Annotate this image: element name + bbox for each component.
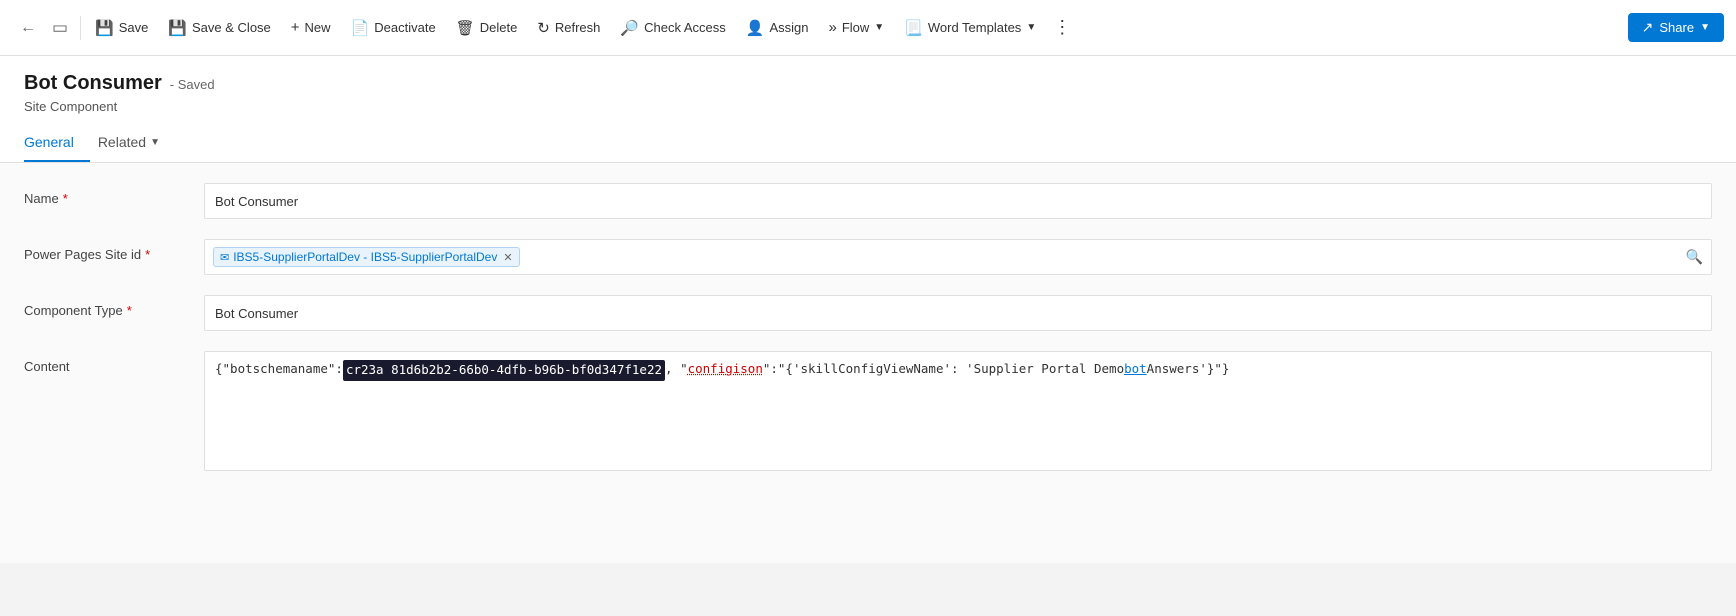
content-prefix: {"botschemaname":: [215, 360, 343, 379]
content-highlighted: cr23a 81d6b2b2-66b0-4dfb-b96b-bf0d347f1e…: [343, 360, 665, 381]
more-options-icon: ⋮: [1053, 17, 1071, 38]
lookup-tag[interactable]: ✉ IBS5-SupplierPortalDev - IBS5-Supplier…: [213, 247, 520, 267]
email-icon: ✉: [220, 251, 229, 264]
refresh-button[interactable]: ↻ Refresh: [527, 13, 610, 43]
flow-chevron-icon: ▼: [874, 22, 884, 33]
browser-icon-button[interactable]: ▭: [44, 12, 76, 44]
word-templates-button[interactable]: 📃 Word Templates ▼: [894, 13, 1046, 43]
word-templates-label: Word Templates: [928, 20, 1021, 35]
assign-button[interactable]: 👤 Assign: [736, 13, 819, 43]
deactivate-button[interactable]: 📄 Deactivate: [341, 13, 446, 43]
refresh-icon: ↻: [537, 19, 550, 37]
input-name[interactable]: Bot Consumer: [204, 183, 1712, 219]
title-row: Bot Consumer - Saved: [24, 72, 1712, 95]
lookup-search-icon: 🔍: [1686, 249, 1703, 266]
refresh-label: Refresh: [555, 20, 601, 35]
save-close-button[interactable]: 💾 Save & Close: [158, 13, 280, 43]
content-suffix: Answers'}"}: [1147, 360, 1230, 379]
toolbar-divider-1: [80, 16, 81, 40]
assign-icon: 👤: [746, 19, 765, 37]
save-close-label: Save & Close: [192, 20, 271, 35]
save-button[interactable]: 💾 Save: [85, 13, 158, 43]
lookup-tag-close-button[interactable]: ✕: [503, 251, 512, 264]
more-options-button[interactable]: ⋮: [1046, 12, 1078, 44]
new-label: New: [305, 20, 331, 35]
save-close-icon: 💾: [168, 19, 187, 37]
related-chevron-icon: ▼: [150, 137, 160, 148]
tab-icon: ▭: [52, 18, 68, 38]
assign-label: Assign: [769, 20, 808, 35]
share-button[interactable]: ↗ Share ▼: [1628, 13, 1724, 42]
deactivate-icon: 📄: [351, 19, 370, 37]
page-title: Bot Consumer: [24, 72, 162, 95]
content-link2: bot: [1124, 360, 1147, 379]
content-middle: , ": [665, 360, 688, 379]
label-component-type: Component Type *: [24, 295, 204, 318]
back-button[interactable]: ←: [12, 12, 44, 44]
page-header: Bot Consumer - Saved Site Component Gene…: [0, 56, 1736, 163]
field-row-component-type: Component Type * Bot Consumer: [24, 295, 1712, 335]
page-content: Bot Consumer - Saved Site Component Gene…: [0, 56, 1736, 563]
share-icon: ↗: [1642, 19, 1654, 36]
form-section: Name * Bot Consumer Power Pages Site id …: [0, 163, 1736, 563]
page-subtitle: Site Component: [24, 99, 1712, 114]
content-between: ":"{'skillConfigViewName': 'Supplier Por…: [763, 360, 1124, 379]
required-star-site-id: *: [145, 247, 150, 262]
flow-button[interactable]: » Flow ▼: [818, 13, 894, 42]
deactivate-label: Deactivate: [374, 20, 435, 35]
field-row-name: Name * Bot Consumer: [24, 183, 1712, 223]
tabs: General Related ▼: [24, 126, 1712, 162]
check-access-button[interactable]: 🔎 Check Access: [610, 13, 735, 43]
label-site-id: Power Pages Site id *: [24, 239, 204, 262]
save-icon: 💾: [95, 19, 114, 37]
new-button[interactable]: + New: [281, 13, 341, 42]
new-icon: +: [291, 19, 300, 36]
save-label: Save: [119, 20, 149, 35]
page-status: - Saved: [170, 77, 215, 92]
tab-related[interactable]: Related ▼: [98, 126, 168, 162]
toolbar: ← ▭ 💾 Save 💾 Save & Close + New 📄 Deacti…: [0, 0, 1736, 56]
delete-button[interactable]: 🗑 Delete: [446, 13, 528, 43]
lookup-tag-label: IBS5-SupplierPortalDev - IBS5-SupplierPo…: [233, 250, 497, 264]
share-chevron-icon: ▼: [1700, 22, 1710, 33]
delete-icon: 🗑: [456, 19, 475, 37]
field-row-site-id: Power Pages Site id * ✉ IBS5-SupplierPor…: [24, 239, 1712, 279]
label-name: Name *: [24, 183, 204, 206]
word-templates-icon: 📃: [904, 19, 923, 37]
input-component-type[interactable]: Bot Consumer: [204, 295, 1712, 331]
field-row-content: Content {"botschemaname": cr23a 81d6b2b2…: [24, 351, 1712, 471]
check-access-label: Check Access: [644, 20, 726, 35]
required-star-name: *: [63, 191, 68, 206]
required-star-component-type: *: [127, 303, 132, 318]
check-access-icon: 🔎: [620, 19, 639, 37]
input-site-id[interactable]: ✉ IBS5-SupplierPortalDev - IBS5-Supplier…: [204, 239, 1712, 275]
share-label: Share: [1659, 20, 1694, 35]
tab-general[interactable]: General: [24, 126, 90, 162]
word-templates-chevron-icon: ▼: [1026, 22, 1036, 33]
label-content: Content: [24, 351, 204, 374]
flow-label: Flow: [842, 20, 869, 35]
flow-icon: »: [828, 19, 836, 36]
content-link1: configison: [688, 360, 763, 379]
delete-label: Delete: [480, 20, 518, 35]
input-content[interactable]: {"botschemaname": cr23a 81d6b2b2-66b0-4d…: [204, 351, 1712, 471]
back-icon: ←: [20, 19, 36, 37]
